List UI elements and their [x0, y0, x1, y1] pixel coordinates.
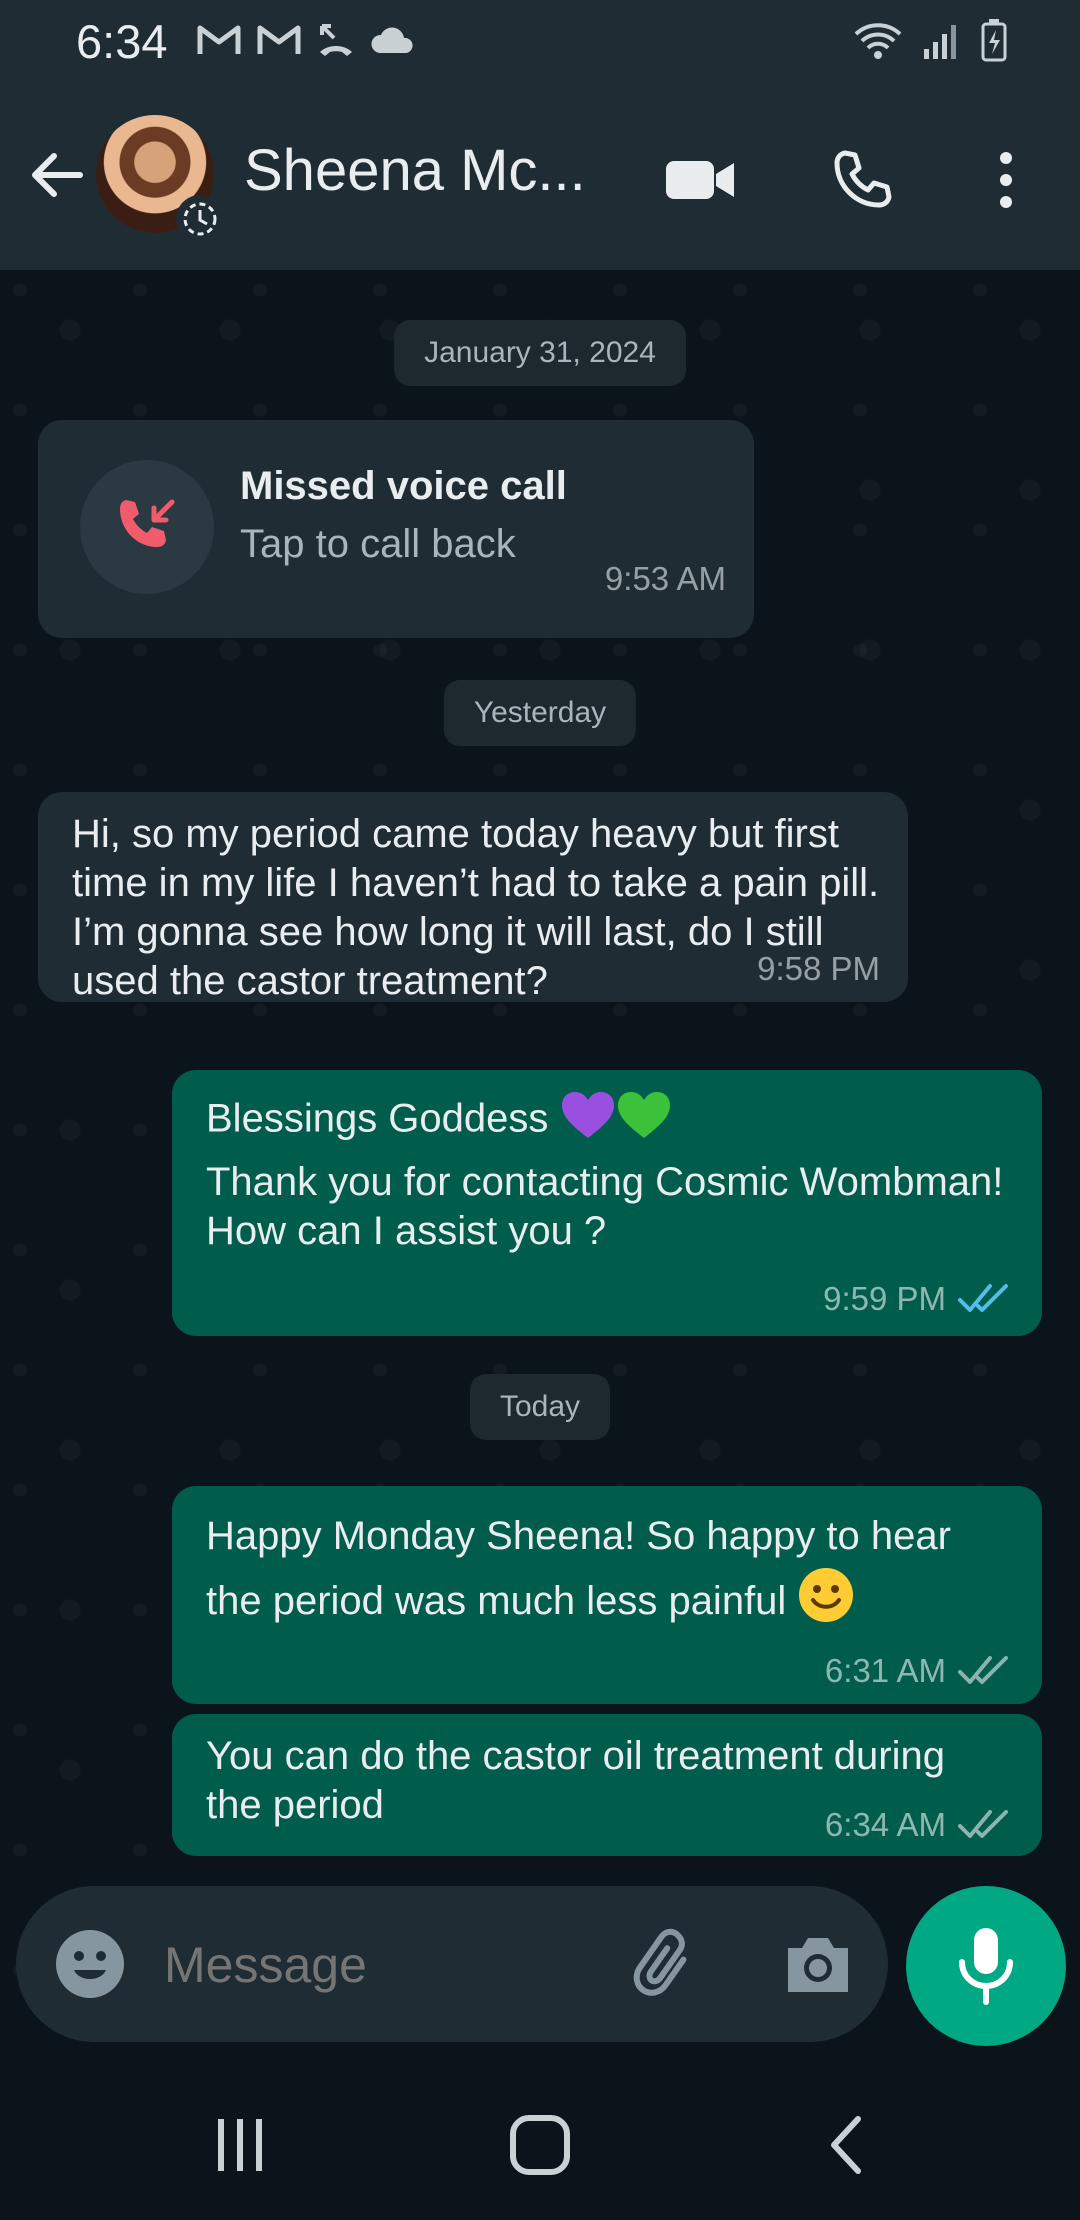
message-meta: 9:58 PM [757, 950, 880, 988]
recents-button[interactable] [200, 2110, 280, 2180]
missed-call-icon [320, 24, 352, 56]
message-time: 6:31 AM [824, 1652, 946, 1689]
outgoing-message[interactable]: You can do the castor oil treatment duri… [172, 1714, 1042, 1856]
system-navigation-bar [0, 2070, 1080, 2220]
cloud-icon [371, 27, 413, 53]
incoming-message[interactable]: Hi, so my period came today heavy but fi… [38, 792, 908, 1003]
message-time: 9:53 AM [604, 560, 726, 597]
voice-call-icon [834, 150, 892, 208]
missed-call-title: Missed voice call [240, 464, 567, 508]
message-time: 6:34 AM [824, 1806, 946, 1843]
status-bar: 6:34 [0, 0, 1080, 85]
message-input[interactable] [162, 1926, 616, 2004]
date-chip: Today [469, 1374, 611, 1440]
voice-call-button[interactable] [822, 145, 902, 215]
message-meta: 9:53 AM [605, 560, 726, 598]
purple-heart-emoji [560, 1090, 616, 1152]
message-meta: 9:59 PM [823, 1280, 1014, 1318]
chat-header: Sheena Mc... [0, 85, 1080, 270]
missed-call-icon-circle [80, 460, 214, 594]
back-button[interactable] [806, 2110, 886, 2180]
recents-icon [218, 2119, 262, 2171]
message-meta: 6:34 AM [825, 1806, 1014, 1844]
missed-call-icon [120, 499, 175, 547]
outgoing-message[interactable]: Happy Monday Sheena! So happy to hear th… [172, 1486, 1042, 1704]
missed-call-bubble[interactable]: Missed voice call Tap to call back 9:53 … [38, 420, 754, 638]
notification-icons [196, 22, 416, 58]
more-options-icon [1000, 152, 1012, 208]
status-ring-icon [176, 195, 224, 243]
contact-name[interactable]: Sheena Mc... [244, 137, 586, 204]
status-time: 6:34 [76, 15, 168, 68]
date-chip: Yesterday [443, 680, 637, 746]
message-time: 9:58 PM [757, 950, 880, 987]
system-icons [852, 18, 1008, 62]
delivered-receipt-icon [958, 1810, 1008, 1838]
message-text-line1: Blessings Goddess [206, 1090, 1008, 1152]
green-heart-emoji [616, 1090, 672, 1152]
wifi-icon [854, 23, 902, 59]
outgoing-message[interactable]: Blessings Goddess Thank you for contacti… [172, 1070, 1042, 1336]
attach-icon[interactable] [632, 1926, 708, 2002]
back-arrow-icon[interactable] [26, 145, 86, 205]
message-meta: 6:31 AM [825, 1652, 1014, 1690]
read-receipt-icon [958, 1284, 1008, 1312]
home-icon [510, 2115, 570, 2175]
home-button[interactable] [500, 2110, 580, 2180]
message-text: Happy Monday Sheena! So happy to hear th… [206, 1506, 1006, 1641]
emoji-icon[interactable] [54, 1928, 126, 2000]
more-options-button[interactable] [966, 145, 1046, 215]
back-icon [831, 2116, 861, 2174]
signal-icon [924, 25, 956, 59]
date-chip: January 31, 2024 [394, 320, 686, 386]
message-time: 9:59 PM [823, 1280, 946, 1317]
missed-call-subtitle[interactable]: Tap to call back [240, 522, 516, 567]
microphone-icon [959, 1928, 1013, 2005]
delivered-receipt-icon [958, 1656, 1008, 1684]
chat-area[interactable]: January 31, 2024 Missed voice call Tap t… [0, 270, 1080, 2070]
voice-message-button[interactable] [906, 1886, 1066, 2046]
battery-charging-icon [981, 19, 1007, 62]
smiling-face-emoji [797, 1566, 855, 1641]
gmail-icon [197, 25, 241, 54]
camera-icon[interactable] [782, 1930, 854, 1998]
video-call-icon [666, 161, 734, 199]
video-call-button[interactable] [660, 145, 740, 215]
message-text-line2: Thank you for contacting Cosmic Wombman!… [206, 1160, 1004, 1253]
message-composer [16, 1886, 888, 2042]
gmail-icon [257, 25, 301, 54]
